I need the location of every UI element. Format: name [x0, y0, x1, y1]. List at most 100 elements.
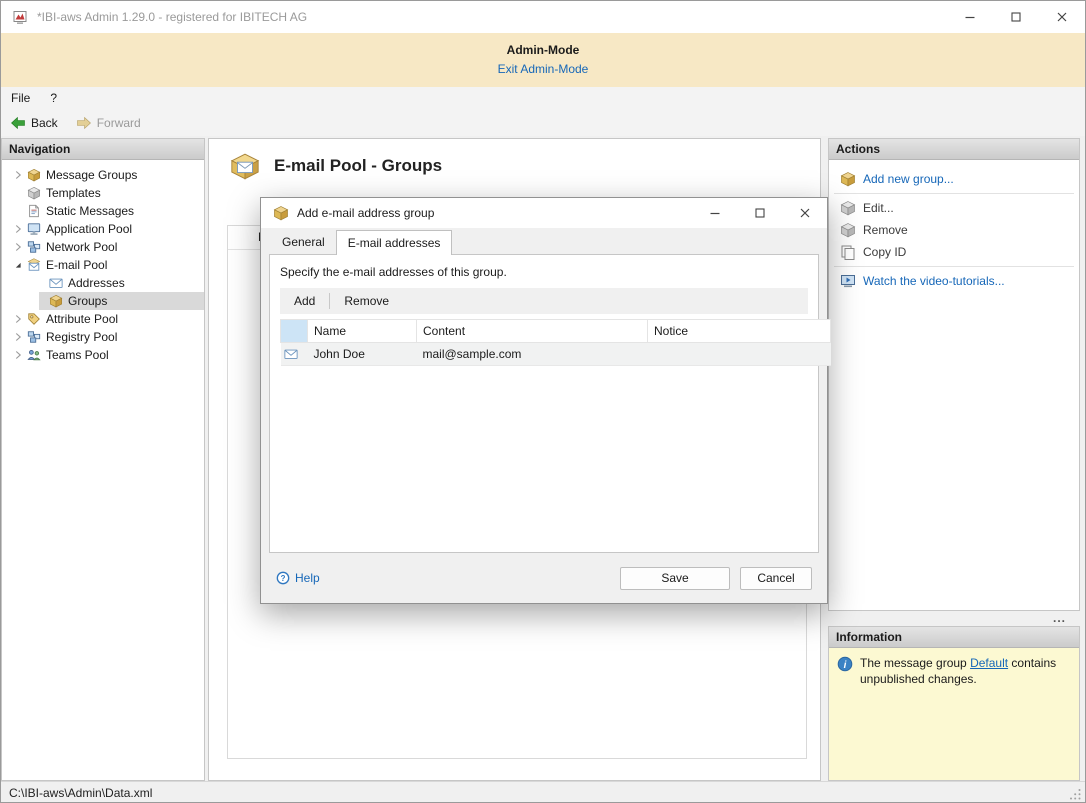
menu-help[interactable]: ?	[40, 87, 67, 109]
help-icon	[276, 571, 290, 585]
column-header-content[interactable]: Content	[417, 320, 648, 343]
video-tutorials-icon	[840, 273, 856, 289]
chevron-right-icon[interactable]	[9, 168, 27, 182]
dialog-close-button[interactable]	[782, 198, 827, 228]
dialog-tabs: General E-mail addresses	[271, 230, 452, 255]
information-header: Information	[829, 627, 1079, 648]
window-title: *IBI-aws Admin 1.29.0 - registered for I…	[37, 10, 307, 24]
forward-button[interactable]: Forward	[67, 110, 150, 135]
copy-icon	[840, 244, 856, 260]
separator	[834, 266, 1074, 267]
panel-splitter-grip[interactable]: ...	[828, 611, 1080, 626]
static-messages-icon	[27, 204, 41, 218]
information-panel: Information The message group Default co…	[828, 626, 1080, 781]
group-box-icon	[49, 294, 63, 308]
addresses-toolbar: Add Remove	[280, 288, 808, 314]
nav-item-addresses[interactable]: Addresses	[39, 274, 204, 292]
exit-admin-mode-link[interactable]: Exit Admin-Mode	[498, 62, 589, 76]
menu-bar: File ?	[1, 87, 1085, 109]
message-groups-icon	[27, 168, 41, 182]
row-icon-cell	[281, 343, 308, 366]
window-controls	[947, 1, 1085, 33]
actions-list: Add new group... Edit... Remove Copy ID …	[829, 160, 1079, 292]
dialog-title: Add e-mail address group	[297, 206, 434, 220]
admin-mode-banner: Admin-Mode Exit Admin-Mode	[1, 33, 1085, 87]
remove-icon	[840, 222, 856, 238]
navigation-header: Navigation	[2, 139, 204, 160]
cancel-button[interactable]: Cancel	[740, 567, 812, 590]
cell-notice	[648, 343, 831, 366]
nav-item-templates[interactable]: Templates	[2, 184, 204, 202]
column-header-name[interactable]: Name	[308, 320, 417, 343]
default-group-link[interactable]: Default	[970, 656, 1008, 670]
nav-item-message-groups[interactable]: Message Groups	[2, 166, 204, 184]
status-bar: C:\IBI-aws\Admin\Data.xml	[1, 781, 1085, 803]
help-link[interactable]: Help	[276, 571, 320, 585]
action-remove[interactable]: Remove	[829, 219, 1079, 241]
chevron-right-icon[interactable]	[9, 330, 27, 344]
chevron-down-icon[interactable]	[9, 258, 27, 272]
menu-file[interactable]: File	[1, 87, 40, 109]
tab-email-addresses[interactable]: E-mail addresses	[336, 230, 453, 255]
registry-pool-icon	[27, 330, 41, 344]
back-arrow-icon	[10, 115, 26, 131]
action-add-new-group[interactable]: Add new group...	[829, 168, 1079, 190]
column-header-notice[interactable]: Notice	[648, 320, 831, 343]
page-title: E-mail Pool - Groups	[274, 156, 442, 176]
actions-header: Actions	[829, 139, 1079, 160]
chevron-right-icon[interactable]	[9, 222, 27, 236]
actions-panel: Actions Add new group... Edit... Remove …	[828, 138, 1080, 611]
chevron-right-icon[interactable]	[9, 312, 27, 326]
edit-icon	[840, 200, 856, 216]
add-email-address-group-dialog: Add e-mail address group General E-mail …	[260, 197, 828, 604]
email-pool-icon	[27, 258, 41, 272]
resize-grip-icon[interactable]	[1068, 787, 1082, 801]
dialog-icon	[273, 205, 289, 221]
attribute-pool-icon	[27, 312, 41, 326]
add-group-icon	[840, 171, 856, 187]
dialog-minimize-button[interactable]	[692, 198, 737, 228]
nav-item-attribute-pool[interactable]: Attribute Pool	[2, 310, 204, 328]
tab-general[interactable]: General	[271, 230, 336, 255]
nav-item-groups[interactable]: Groups	[39, 292, 204, 310]
page-title-row: E-mail Pool - Groups	[209, 139, 820, 180]
cell-content: mail@sample.com	[417, 343, 648, 366]
maximize-button[interactable]	[993, 1, 1039, 33]
add-button[interactable]: Add	[280, 294, 329, 308]
back-button[interactable]: Back	[1, 110, 67, 135]
dialog-window-controls	[692, 198, 827, 228]
data-file-path: C:\IBI-aws\Admin\Data.xml	[9, 786, 152, 800]
email-pool-groups-icon	[229, 151, 261, 180]
dialog-footer: Help Save Cancel	[261, 553, 827, 603]
templates-icon	[27, 186, 41, 200]
chevron-right-icon[interactable]	[9, 348, 27, 362]
action-watch-video-tutorials[interactable]: Watch the video-tutorials...	[829, 270, 1079, 292]
action-edit[interactable]: Edit...	[829, 197, 1079, 219]
email-addresses-table: Name Content Notice John Doe mail@sample…	[280, 319, 831, 366]
minimize-button[interactable]	[947, 1, 993, 33]
information-message: The message group Default contains unpub…	[860, 656, 1070, 772]
window-titlebar: *IBI-aws Admin 1.29.0 - registered for I…	[1, 1, 1085, 33]
column-header-icon[interactable]	[281, 320, 308, 343]
nav-item-network-pool[interactable]: Network Pool	[2, 238, 204, 256]
info-icon	[837, 656, 853, 672]
app-icon	[12, 9, 28, 25]
navigation-tree: Message Groups Templates Static Messages…	[2, 160, 204, 364]
nav-item-static-messages[interactable]: Static Messages	[2, 202, 204, 220]
application-pool-icon	[27, 222, 41, 236]
save-button[interactable]: Save	[620, 567, 730, 590]
cell-name: John Doe	[308, 343, 417, 366]
admin-mode-title: Admin-Mode	[1, 33, 1085, 57]
nav-item-registry-pool[interactable]: Registry Pool	[2, 328, 204, 346]
remove-button[interactable]: Remove	[330, 294, 403, 308]
action-copy-id[interactable]: Copy ID	[829, 241, 1079, 263]
email-addresses-tab-page: Specify the e-mail addresses of this gro…	[269, 254, 819, 553]
email-address-row[interactable]: John Doe mail@sample.com	[281, 343, 831, 366]
close-button[interactable]	[1039, 1, 1085, 33]
nav-item-application-pool[interactable]: Application Pool	[2, 220, 204, 238]
nav-item-email-pool[interactable]: E-mail Pool	[2, 256, 204, 274]
dialog-maximize-button[interactable]	[737, 198, 782, 228]
chevron-right-icon[interactable]	[9, 240, 27, 254]
navigation-toolbar: Back Forward	[1, 109, 1085, 136]
nav-item-teams-pool[interactable]: Teams Pool	[2, 346, 204, 364]
